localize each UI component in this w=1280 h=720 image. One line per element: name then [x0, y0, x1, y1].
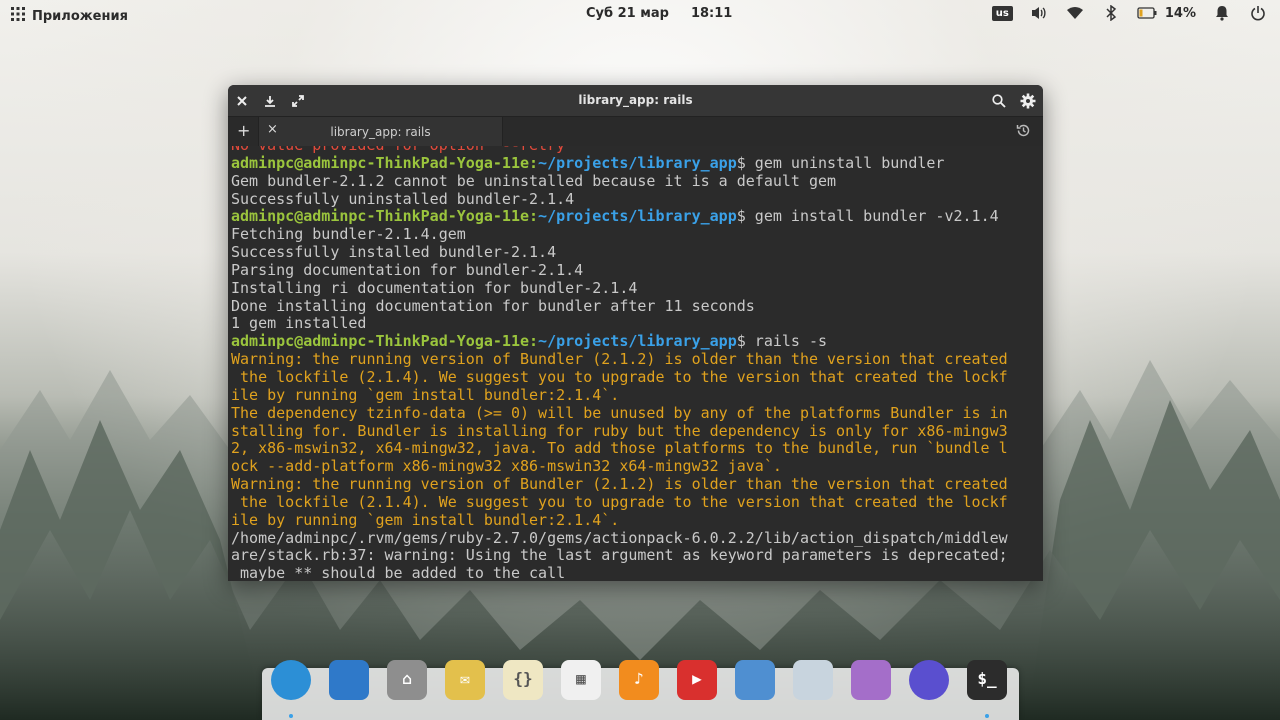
system-settings-icon[interactable]: [793, 660, 833, 700]
terminal-line: The dependency tzinfo-data (>= 0) will b…: [231, 403, 1008, 422]
wifi-icon[interactable]: [1065, 4, 1085, 22]
prompt-command: $ gem install bundler -v2.1.4: [736, 207, 999, 226]
terminal-line: Done installing documentation for bundle…: [231, 296, 755, 315]
terminal-glyph: $_: [977, 669, 997, 688]
terminal-line: are/stack.rb:37: warning: Using the last…: [231, 546, 1008, 565]
running-app-indicator: [289, 714, 293, 718]
terminal-line: Successfully installed bundler-2.1.4: [231, 243, 557, 262]
code-editor-glyph: {}: [513, 669, 533, 688]
terminal-line: the lockfile (2.1.4). We suggest you to …: [231, 492, 1008, 511]
terminal-line: Warning: the running version of Bundler …: [231, 475, 1008, 494]
appcenter-icon[interactable]: [851, 660, 891, 700]
power-icon[interactable]: [1248, 4, 1268, 22]
date-label: Суб 21 мар: [586, 6, 669, 21]
applications-label: Приложения: [32, 8, 128, 24]
settings-button[interactable]: [1018, 91, 1038, 111]
terminal-line: maybe ** should be added to the call: [231, 564, 566, 581]
terminal-prompt-line: adminpc@adminpc-ThinkPad-Yoga-11e:~/proj…: [231, 207, 999, 225]
running-app-indicator: [985, 714, 989, 718]
music-icon[interactable]: ♪: [619, 660, 659, 700]
window-title: library_app: rails: [578, 93, 693, 107]
tab-library-app[interactable]: × library_app: rails: [258, 117, 503, 146]
dock: ⌂ ✉ {} ▦ ♪ ▶ $_: [262, 660, 1019, 720]
code-editor-icon[interactable]: {}: [503, 660, 543, 700]
notifications-bell-icon[interactable]: [1212, 4, 1232, 22]
prompt-user: adminpc@adminpc-ThinkPad-Yoga-11e:: [231, 153, 539, 172]
terminal-line: ile by running `gem install bundler:2.1.…: [231, 385, 620, 404]
prompt-command: $ gem uninstall bundler: [736, 153, 945, 172]
files-glyph: ⌂: [402, 669, 412, 688]
prompt-user: adminpc@adminpc-ThinkPad-Yoga-11e:: [231, 207, 539, 226]
terminal-line: /home/adminpc/.rvm/gems/ruby-2.7.0/gems/…: [231, 528, 1008, 547]
calendar-glyph: ▦: [576, 669, 586, 688]
battery-indicator[interactable]: 14%: [1137, 4, 1196, 22]
terminal-line: 2, x86-mswin32, x64-mingw32, java. To ad…: [231, 439, 1008, 458]
terminal-line: Successfully uninstalled bundler-2.1.4: [231, 189, 575, 208]
photos-icon[interactable]: [735, 660, 775, 700]
calendar-icon[interactable]: ▦: [561, 660, 601, 700]
terminal-icon[interactable]: $_: [967, 660, 1007, 700]
terminal-line: ile by running `gem install bundler:2.1.…: [231, 510, 620, 529]
prompt-command: $ rails -s: [736, 332, 828, 351]
terminal-line: Warning: the running version of Bundler …: [231, 350, 1008, 369]
time-label: 18:11: [690, 6, 733, 21]
prompt-path: ~/projects/library_app: [538, 153, 737, 172]
volume-icon[interactable]: [1029, 4, 1049, 22]
history-icon: [1016, 124, 1030, 137]
files-icon[interactable]: ⌂: [387, 660, 427, 700]
battery-percent: 14%: [1164, 5, 1196, 21]
plus-icon: +: [237, 121, 251, 140]
terminal-line: Fetching bundler-2.1.4.gem: [231, 225, 466, 244]
prompt-path: ~/projects/library_app: [538, 207, 737, 226]
terminal-prompt-line: adminpc@adminpc-ThinkPad-Yoga-11e:~/proj…: [231, 332, 827, 350]
terminal-text: No value provided for option '--retry' a…: [231, 146, 1008, 581]
multitasking-view-icon[interactable]: [329, 660, 369, 700]
videos-icon[interactable]: ▶: [677, 660, 717, 700]
top-panel: Приложения Суб 21 мар 18:11 us 14%: [0, 0, 1280, 28]
terminal-window: library_app: rails + × library_app: rail…: [228, 85, 1043, 581]
terminal-line: stalling for. Bundler is installing for …: [231, 421, 1008, 440]
new-tab-button[interactable]: +: [237, 121, 250, 140]
terminal-line: Installing ri documentation for bundler-…: [231, 278, 638, 297]
search-button[interactable]: [989, 91, 1009, 111]
prompt-user: adminpc@adminpc-ThinkPad-Yoga-11e:: [231, 332, 539, 351]
terminal-output[interactable]: No value provided for option '--retry' a…: [228, 146, 1043, 581]
terminal-line: ock --add-platform x86-mingw32 x86-mswin…: [231, 457, 782, 476]
gear-icon: [1020, 93, 1036, 109]
music-glyph: ♪: [634, 669, 644, 688]
tab-bar: + × library_app: rails: [228, 116, 1043, 147]
window-titlebar[interactable]: library_app: rails: [228, 85, 1043, 116]
date-time-indicator[interactable]: Суб 21 мар 18:11: [586, 6, 732, 21]
keyboard-layout-indicator[interactable]: us: [991, 5, 1013, 21]
terminal-line: Parsing documentation for bundler-2.1.4: [231, 260, 584, 279]
tab-label: library_app: rails: [330, 125, 431, 139]
web-browser-icon[interactable]: [271, 660, 311, 700]
terminal-prompt-line: adminpc@adminpc-ThinkPad-Yoga-11e:~/proj…: [231, 154, 944, 172]
videos-glyph: ▶: [692, 669, 702, 688]
terminal-line: the lockfile (2.1.4). We suggest you to …: [231, 367, 1008, 386]
terminal-line: Gem bundler-2.1.2 cannot be uninstalled …: [231, 171, 837, 190]
epiphany-browser-icon[interactable]: [909, 660, 949, 700]
applications-grid-icon: [10, 6, 26, 26]
applications-menu[interactable]: Приложения: [10, 6, 128, 26]
mail-glyph: ✉: [460, 669, 470, 688]
terminal-line: 1 gem installed: [231, 314, 367, 333]
bluetooth-icon[interactable]: [1101, 4, 1121, 22]
recent-tabs-button[interactable]: [1016, 123, 1031, 142]
search-icon: [992, 94, 1006, 108]
mail-icon[interactable]: ✉: [445, 660, 485, 700]
battery-icon: [1137, 4, 1157, 22]
system-tray: us 14%: [991, 4, 1268, 22]
prompt-path: ~/projects/library_app: [538, 332, 737, 351]
terminal-line: No value provided for option '--retry': [231, 146, 574, 154]
